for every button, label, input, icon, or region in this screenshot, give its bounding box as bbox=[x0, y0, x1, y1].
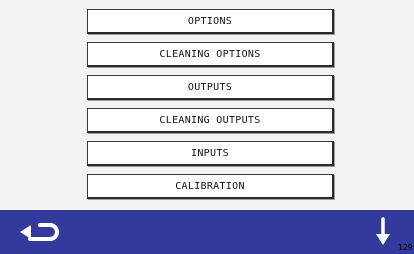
menu-screen: OPTIONS CLEANING OPTIONS OUTPUTS CLEANIN… bbox=[0, 0, 414, 254]
page-number: 129 bbox=[398, 243, 413, 252]
options-button[interactable]: OPTIONS bbox=[87, 9, 334, 34]
return-arrow-icon bbox=[20, 223, 59, 241]
inputs-button[interactable]: INPUTS bbox=[87, 141, 334, 166]
calibration-button[interactable]: CALIBRATION bbox=[87, 174, 334, 199]
scroll-down-button[interactable] bbox=[372, 217, 394, 247]
main-menu: OPTIONS CLEANING OPTIONS OUTPUTS CLEANIN… bbox=[87, 9, 335, 207]
down-arrow-icon bbox=[376, 217, 390, 245]
bottom-bar: 129 bbox=[0, 210, 414, 254]
cleaning-outputs-button[interactable]: CLEANING OUTPUTS bbox=[87, 108, 334, 133]
back-button[interactable] bbox=[16, 221, 60, 243]
cleaning-options-button[interactable]: CLEANING OPTIONS bbox=[87, 42, 334, 67]
outputs-button[interactable]: OUTPUTS bbox=[87, 75, 334, 100]
